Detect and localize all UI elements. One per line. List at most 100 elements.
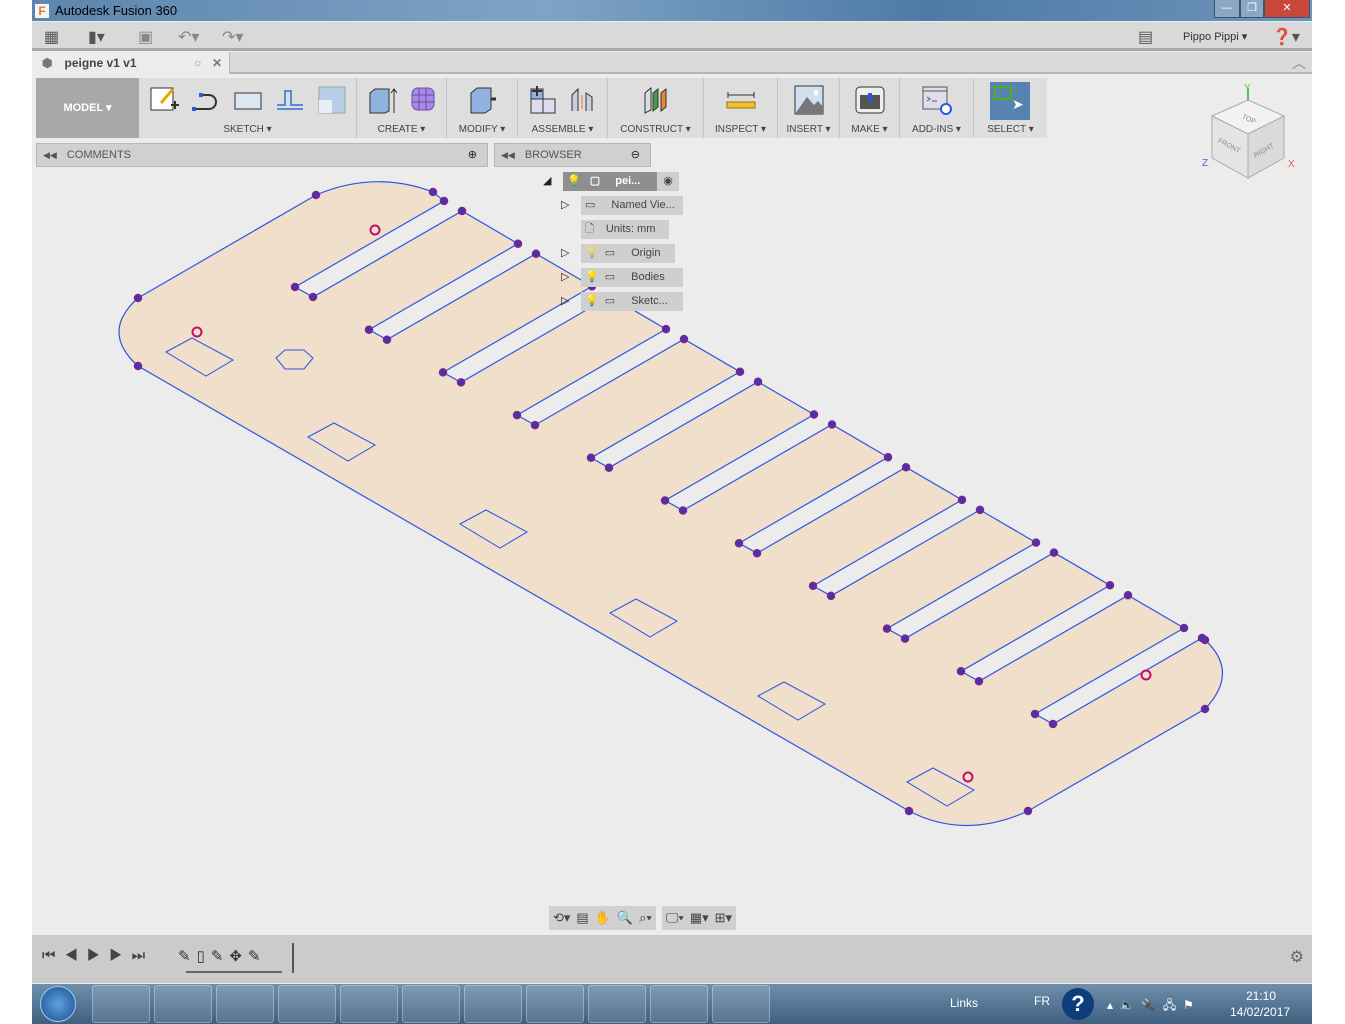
sketch-point[interactable]	[826, 591, 836, 601]
taskbar-inkscape[interactable]	[588, 985, 646, 1023]
timeline-marker[interactable]	[292, 943, 294, 973]
sketch-point[interactable]	[661, 324, 671, 334]
sketch-point[interactable]	[1031, 538, 1041, 547]
sketch-point[interactable]	[956, 667, 966, 676]
sketch-point[interactable]	[604, 463, 614, 473]
sketch-point[interactable]	[883, 452, 893, 462]
sketch-point[interactable]	[678, 506, 688, 515]
sketch-point[interactable]	[1123, 591, 1133, 600]
viewcube[interactable]: Y X Z TOP FRONT RIGHT	[1202, 82, 1302, 182]
visibility-bulb-icon[interactable]: 💡	[585, 295, 599, 307]
tray-icons[interactable]: ▴ 🔈 🔌 🖧 ⚑	[1107, 996, 1194, 1017]
visibility-bulb-icon[interactable]: 💡	[585, 271, 599, 283]
taskbar-internet-explorer[interactable]	[92, 985, 150, 1023]
taskbar-media-player[interactable]	[216, 985, 274, 1023]
visibility-bulb-icon[interactable]: 💡	[585, 247, 599, 259]
pan-icon[interactable]: ✋	[595, 910, 611, 926]
tree-item-units[interactable]: 🗋 Units: mm	[581, 220, 669, 239]
sketch-point[interactable]	[975, 505, 985, 515]
sketch-point[interactable]	[957, 495, 967, 505]
sketch-point[interactable]	[133, 293, 143, 303]
expand-triangle-icon[interactable]: ▷	[561, 270, 569, 283]
sketch-point[interactable]	[308, 292, 318, 302]
timeline-controls[interactable]: ⏮◀▶▶⏭	[42, 947, 154, 964]
taskbar-fusion-360[interactable]	[712, 985, 770, 1023]
taskbar-git[interactable]	[402, 985, 460, 1023]
taskbar-winrar[interactable]	[526, 985, 584, 1023]
sketch-point[interactable]	[586, 453, 596, 463]
language-indicator[interactable]: FR	[1034, 994, 1050, 1008]
sketch-point[interactable]	[900, 634, 910, 643]
sketch-point[interactable]	[735, 367, 745, 377]
sketch-point[interactable]	[1197, 633, 1207, 643]
sketch-point[interactable]	[457, 206, 467, 216]
taskbar-atom[interactable]	[464, 985, 522, 1023]
sketch-point[interactable]	[1023, 806, 1033, 816]
timeline-features[interactable]: ✎▯✎✥✎	[178, 947, 267, 965]
clock-date[interactable]: 14/02/2017	[1230, 1005, 1290, 1019]
display-settings-icon[interactable]: 🖵▾	[666, 910, 684, 926]
orbit-icon[interactable]: ⟲▾	[553, 910, 570, 926]
sketch-point[interactable]	[531, 249, 541, 258]
tree-item-bodies[interactable]: 💡 ▭ Bodies	[581, 268, 683, 287]
sketch-point[interactable]	[827, 420, 837, 429]
grid-icon[interactable]: ▦▾	[690, 910, 709, 926]
sketch-canvas[interactable]	[32, 0, 1312, 935]
sketch-point[interactable]	[1200, 704, 1210, 714]
timeline: ⏮◀▶▶⏭ ✎▯✎✥✎ ⚙	[32, 935, 1312, 983]
viewports-icon[interactable]: ⊞▾	[715, 910, 732, 926]
help-tray-icon[interactable]: ?	[1062, 988, 1094, 1020]
item-label: Named Vie...	[611, 199, 675, 211]
tree-item-origin[interactable]: 💡 ▭ Origin	[581, 244, 675, 263]
sketch-point[interactable]	[660, 496, 670, 505]
sketch-point[interactable]	[1179, 623, 1189, 633]
sketch-point[interactable]	[428, 187, 438, 197]
sketch-point[interactable]	[382, 335, 392, 344]
sketch-point[interactable]	[904, 806, 914, 816]
sketch-point[interactable]	[679, 334, 689, 344]
navigation-bar: ⟲▾ ▤ ✋ 🔍 ⌕▾ 🖵▾ ▦▾ ⊞▾	[549, 906, 737, 930]
sketch-point[interactable]	[1049, 548, 1059, 557]
sketch-point[interactable]	[364, 325, 374, 334]
sketch-point[interactable]	[1105, 581, 1115, 590]
taskbar-file-explorer[interactable]	[154, 985, 212, 1023]
sketch-point[interactable]	[882, 624, 892, 633]
sketch-point[interactable]	[133, 361, 143, 371]
sketch-point[interactable]	[290, 282, 300, 292]
zoom-window-icon[interactable]: ⌕▾	[639, 910, 652, 926]
sketch-point[interactable]	[456, 378, 466, 387]
tree-item-sketches[interactable]: 💡 ▭ Sketc...	[581, 292, 683, 311]
sketch-point[interactable]	[808, 581, 818, 591]
taskbar-chrome[interactable]	[278, 985, 336, 1023]
sketch-point[interactable]	[1048, 719, 1058, 729]
tree-item-named-views[interactable]: ▭ Named Vie...	[581, 196, 683, 215]
sketch-point[interactable]	[513, 239, 523, 248]
expand-triangle-icon[interactable]: ◢	[543, 174, 551, 187]
sketch-point[interactable]	[901, 462, 911, 472]
links-toolbar[interactable]: Links	[950, 996, 978, 1010]
sketch-point[interactable]	[311, 190, 321, 200]
visibility-bulb-icon[interactable]: 💡	[567, 175, 581, 187]
sketch-point[interactable]	[809, 410, 819, 419]
activate-radio[interactable]: ◉	[657, 172, 679, 191]
taskbar-inkscape-rhino[interactable]	[340, 985, 398, 1023]
sketch-point[interactable]	[439, 196, 449, 206]
expand-triangle-icon[interactable]: ▷	[561, 294, 569, 307]
sketch-point[interactable]	[530, 420, 540, 430]
settings-gear-icon[interactable]: ⚙	[1290, 947, 1304, 967]
look-at-icon[interactable]: ▤	[576, 910, 588, 926]
tree-root[interactable]: 💡 ▢ pei...	[563, 172, 657, 191]
expand-triangle-icon[interactable]: ▷	[561, 198, 569, 211]
start-button[interactable]	[40, 986, 76, 1022]
sketch-point[interactable]	[734, 538, 744, 548]
sketch-point[interactable]	[438, 368, 448, 377]
expand-triangle-icon[interactable]: ▷	[561, 246, 569, 259]
sketch-point[interactable]	[752, 548, 762, 558]
sketch-point[interactable]	[974, 677, 984, 686]
sketch-point[interactable]	[512, 410, 522, 420]
clock-time[interactable]: 21:10	[1246, 989, 1276, 1003]
taskbar-gimp[interactable]	[650, 985, 708, 1023]
sketch-point[interactable]	[753, 377, 763, 387]
sketch-point[interactable]	[1030, 709, 1040, 719]
zoom-icon[interactable]: 🔍	[617, 910, 633, 926]
